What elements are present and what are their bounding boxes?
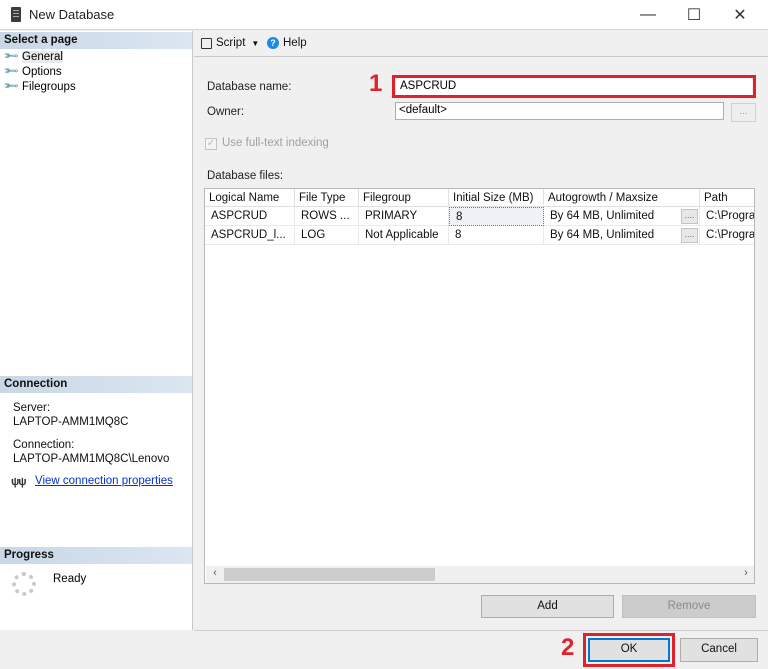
progress-spinner-icon — [12, 572, 36, 596]
server-value: LAPTOP-AMM1MQ8C — [13, 416, 129, 428]
autogrowth-browse-button[interactable]: .... — [681, 228, 698, 243]
database-files-table: Logical Name File Type Filegroup Initial… — [204, 188, 755, 584]
cancel-button[interactable]: Cancel — [680, 638, 758, 662]
cell-file-type[interactable]: LOG — [295, 226, 359, 245]
database-files-label: Database files: — [207, 170, 284, 182]
connection-label: Connection: — [13, 439, 75, 451]
database-name-label: Database name: — [207, 81, 292, 93]
scrollbar-thumb[interactable] — [224, 568, 435, 581]
sidebar-item-label: Filegroups — [22, 80, 76, 93]
help-label: Help — [283, 37, 307, 49]
fulltext-indexing-label: Use full-text indexing — [222, 137, 329, 149]
remove-button[interactable]: Remove — [622, 595, 756, 618]
ok-button[interactable]: OK — [588, 638, 670, 662]
fulltext-indexing-checkbox[interactable]: ✓ — [205, 138, 217, 150]
cell-logical-name[interactable]: ASPCRUD — [205, 207, 295, 226]
connection-value: LAPTOP-AMM1MQ8C\Lenovo — [13, 453, 170, 465]
autogrowth-browse-button[interactable]: .... — [681, 209, 698, 224]
maximize-button[interactable]: ☐ — [671, 0, 717, 30]
new-database-dialog: New Database — ☐ ✕ Select a page 🔧 Gener… — [0, 0, 768, 669]
cell-initial-size[interactable]: 8 — [449, 207, 544, 226]
cell-initial-size[interactable]: 8 — [449, 226, 544, 245]
owner-label: Owner: — [207, 106, 245, 118]
title-bar: New Database — ☐ ✕ — [0, 0, 768, 30]
database-name-input[interactable]: ASPCRUD — [396, 78, 752, 95]
connection-header: Connection — [0, 376, 192, 393]
window-title: New Database — [29, 7, 115, 22]
column-header-filegroup[interactable]: Filegroup — [359, 189, 449, 207]
database-server-icon — [11, 7, 21, 22]
step-1-annotation: 1 — [369, 70, 383, 97]
wrench-icon: 🔧 — [3, 62, 21, 80]
script-icon — [201, 37, 212, 49]
script-label: Script — [216, 37, 246, 49]
sidebar — [0, 31, 193, 630]
toolbar: Script ▼ ? Help — [194, 31, 768, 57]
footer-divider — [194, 630, 768, 631]
cell-path[interactable]: C:\Progra — [700, 207, 754, 226]
close-button[interactable]: ✕ — [717, 0, 763, 30]
column-header-file-type[interactable]: File Type — [295, 189, 359, 207]
column-header-logical-name[interactable]: Logical Name — [205, 189, 295, 207]
cell-file-type[interactable]: ROWS ... — [295, 207, 359, 226]
column-header-initial-size[interactable]: Initial Size (MB) — [449, 189, 544, 207]
sidebar-item-general[interactable]: 🔧 General — [3, 47, 63, 65]
cell-autogrowth: By 64 MB, Unlimited — [544, 207, 700, 226]
column-header-path[interactable]: Path — [700, 189, 754, 207]
add-button[interactable]: Add — [481, 595, 614, 618]
progress-status: Ready — [53, 573, 87, 585]
scroll-right-icon[interactable]: › — [739, 567, 753, 579]
cell-path[interactable]: C:\Progra — [700, 226, 754, 245]
wrench-icon: 🔧 — [3, 77, 21, 95]
help-icon: ? — [267, 37, 279, 49]
help-button[interactable]: ? Help — [267, 37, 307, 49]
cell-logical-name[interactable]: ASPCRUD_l... — [205, 226, 295, 245]
select-page-header: Select a page — [0, 32, 192, 49]
view-connection-properties-link[interactable]: View connection properties — [35, 475, 173, 487]
cell-filegroup[interactable]: PRIMARY — [359, 207, 449, 226]
horizontal-scrollbar[interactable]: ‹ › — [206, 566, 754, 583]
sidebar-item-label: Options — [22, 65, 62, 78]
script-button[interactable]: Script ▼ — [201, 37, 259, 49]
dropdown-arrow-icon[interactable]: ▼ — [251, 39, 259, 48]
step-2-annotation: 2 — [561, 634, 575, 661]
sidebar-item-label: General — [22, 50, 63, 63]
scroll-left-icon[interactable]: ‹ — [208, 567, 222, 579]
cell-filegroup[interactable]: Not Applicable — [359, 226, 449, 245]
column-header-autogrowth[interactable]: Autogrowth / Maxsize — [544, 189, 700, 207]
connection-properties-icon: ψψ — [11, 476, 27, 488]
sidebar-item-filegroups[interactable]: 🔧 Filegroups — [3, 77, 76, 95]
server-label: Server: — [13, 402, 51, 414]
owner-input[interactable]: <default> — [395, 102, 724, 120]
cell-autogrowth: By 64 MB, Unlimited — [544, 226, 700, 245]
owner-browse-button[interactable]: ... — [731, 103, 756, 122]
progress-header: Progress — [0, 547, 192, 564]
sidebar-item-options[interactable]: 🔧 Options — [3, 62, 62, 80]
wrench-icon: 🔧 — [3, 47, 21, 65]
minimize-button[interactable]: — — [625, 0, 671, 30]
